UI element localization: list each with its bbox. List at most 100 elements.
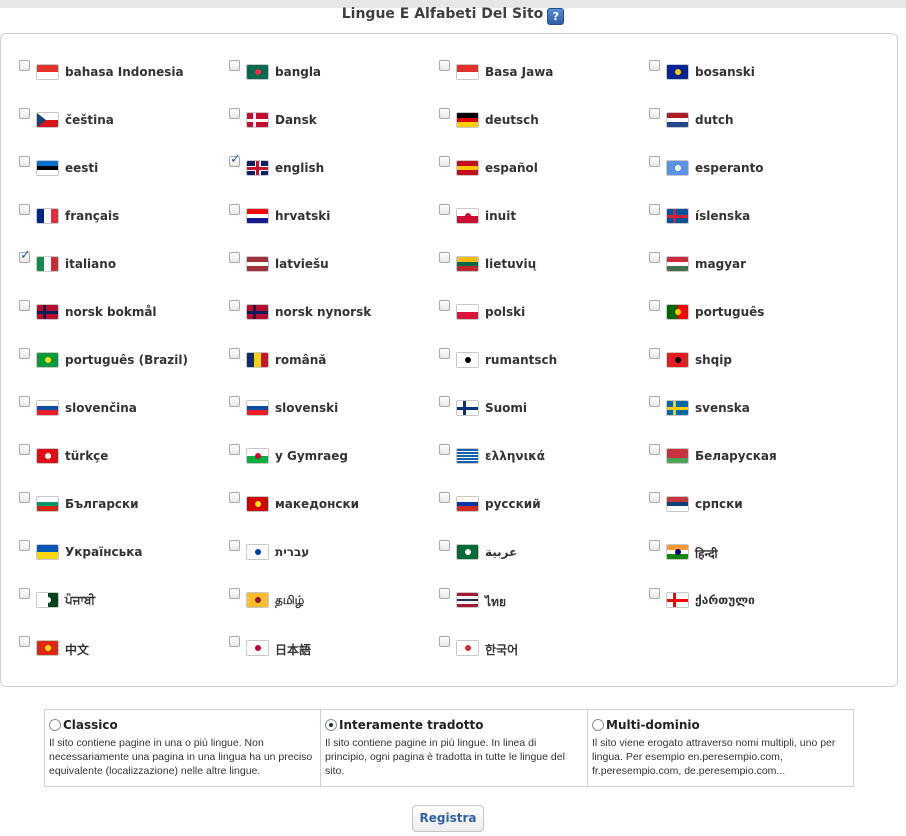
language-option[interactable]: čeština [19,108,219,132]
language-checkbox[interactable] [439,636,450,647]
language-checkbox[interactable] [439,492,450,503]
language-checkbox[interactable] [649,156,660,167]
language-option[interactable]: ਪੰਜਾਬੀ [19,588,219,612]
language-checkbox[interactable] [649,252,660,263]
language-option[interactable]: svenska [649,396,849,420]
mode-multi-dominio[interactable]: Multi-dominio Il sito viene erogato attr… [588,710,853,786]
language-option[interactable]: y Gymraeg [229,444,429,468]
language-checkbox[interactable] [649,108,660,119]
language-checkbox[interactable] [229,108,240,119]
language-checkbox[interactable] [649,204,660,215]
language-option[interactable]: 中文 [19,636,219,660]
mode-interamente-tradotto[interactable]: Interamente tradotto Il sito contiene pa… [321,710,588,786]
mode-classico[interactable]: Classico Il sito contiene pagine in una … [45,710,321,786]
language-checkbox[interactable] [229,636,240,647]
language-checkbox[interactable] [19,588,30,599]
language-option[interactable]: Basa Jawa [439,60,639,84]
language-option[interactable]: русский [439,492,639,516]
language-checkbox[interactable] [19,300,30,311]
language-checkbox[interactable] [229,444,240,455]
language-checkbox[interactable] [439,396,450,407]
help-icon[interactable]: ? [547,8,565,25]
language-option[interactable]: bosanski [649,60,849,84]
language-checkbox[interactable] [19,156,30,167]
language-option[interactable]: српски [649,492,849,516]
language-checkbox[interactable] [229,540,240,551]
language-checkbox[interactable] [229,204,240,215]
language-option[interactable]: español [439,156,639,180]
language-option[interactable]: latviešu [229,252,429,276]
language-option[interactable]: english [229,152,429,180]
language-option[interactable]: polski [439,300,639,324]
language-checkbox[interactable] [649,60,660,71]
language-checkbox[interactable] [649,444,660,455]
radio-multi-dominio[interactable] [592,719,604,731]
language-option[interactable]: македонски [229,492,429,516]
language-checkbox[interactable] [649,588,660,599]
radio-interamente-tradotto[interactable] [325,719,337,731]
language-option[interactable]: slovenski [229,396,429,420]
language-checkbox[interactable] [439,348,450,359]
language-option[interactable]: shqip [649,348,849,372]
language-checkbox[interactable] [19,248,31,263]
language-option[interactable]: italiano [19,248,219,276]
language-option[interactable]: 日本語 [229,636,429,660]
language-checkbox[interactable] [649,348,660,359]
language-option[interactable]: íslenska [649,204,849,228]
language-checkbox[interactable] [229,300,240,311]
language-checkbox[interactable] [19,636,30,647]
language-checkbox[interactable] [229,152,241,167]
language-checkbox[interactable] [439,60,450,71]
language-checkbox[interactable] [229,348,240,359]
language-checkbox[interactable] [439,252,450,263]
language-option[interactable]: हिन्दी [649,540,849,564]
language-checkbox[interactable] [19,492,30,503]
language-option[interactable]: ελληνικά [439,444,639,468]
language-checkbox[interactable] [229,396,240,407]
language-option[interactable]: norsk nynorsk [229,300,429,324]
language-option[interactable]: dutch [649,108,849,132]
language-checkbox[interactable] [439,204,450,215]
language-option[interactable]: magyar [649,252,849,276]
language-option[interactable]: 한국어 [439,636,639,660]
language-checkbox[interactable] [439,300,450,311]
language-checkbox[interactable] [19,444,30,455]
language-option[interactable]: bangla [229,60,429,84]
save-button[interactable]: Registra [412,805,484,832]
language-option[interactable]: ไทย [439,588,639,612]
language-checkbox[interactable] [229,588,240,599]
language-option[interactable]: português (Brazil) [19,348,219,372]
language-option[interactable]: eesti [19,156,219,180]
language-checkbox[interactable] [19,204,30,215]
language-option[interactable]: hrvatski [229,204,429,228]
language-option[interactable]: Беларуская [649,444,849,468]
language-option[interactable]: português [649,300,849,324]
language-option[interactable]: esperanto [649,156,849,180]
language-checkbox[interactable] [439,156,450,167]
language-option[interactable]: slovenčina [19,396,219,420]
language-option[interactable]: Українська [19,540,219,564]
language-option[interactable]: ქართული [649,588,849,612]
language-option[interactable]: தமிழ் [229,588,429,612]
language-checkbox[interactable] [229,252,240,263]
language-checkbox[interactable] [439,444,450,455]
language-checkbox[interactable] [19,348,30,359]
language-option[interactable]: عربية [439,540,639,564]
language-option[interactable]: français [19,204,219,228]
language-option[interactable]: עברית [229,540,429,564]
language-checkbox[interactable] [229,60,240,71]
language-option[interactable]: lietuvių [439,252,639,276]
language-checkbox[interactable] [649,540,660,551]
language-checkbox[interactable] [439,588,450,599]
language-option[interactable]: deutsch [439,108,639,132]
language-checkbox[interactable] [19,108,30,119]
language-option[interactable]: norsk bokmål [19,300,219,324]
language-option[interactable]: Suomi [439,396,639,420]
language-checkbox[interactable] [439,108,450,119]
language-checkbox[interactable] [649,396,660,407]
radio-classico[interactable] [49,719,61,731]
language-option[interactable]: Dansk [229,108,429,132]
language-checkbox[interactable] [229,492,240,503]
language-checkbox[interactable] [649,300,660,311]
language-option[interactable]: Български [19,492,219,516]
